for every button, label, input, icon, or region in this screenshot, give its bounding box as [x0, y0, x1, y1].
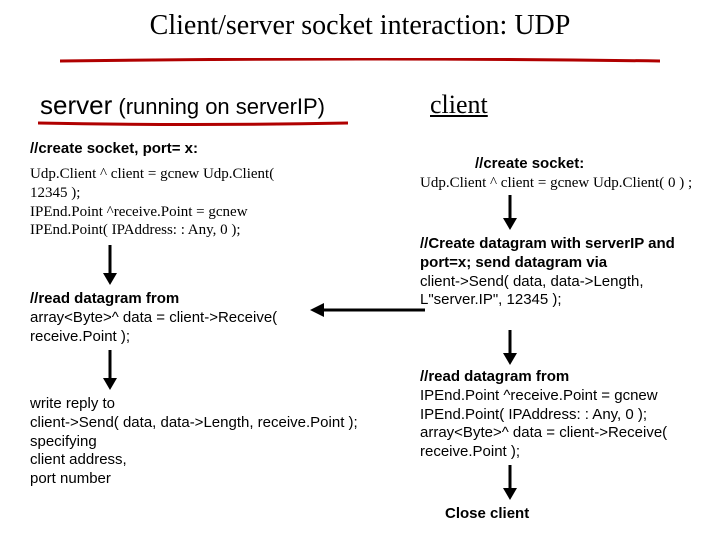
arrow-icon [500, 465, 520, 500]
server-read-block: //read datagram from array<Byte>^ data =… [30, 290, 310, 346]
client-read-receive: array<Byte>^ data = client->Receive( rec… [420, 424, 710, 462]
client-read-block: //read datagram from IPEnd.Point ^receiv… [420, 368, 710, 462]
client-read-endpoint: IPEnd.Point ^receive.Point = gcnew IPEnd… [420, 387, 710, 425]
server-read-code: array<Byte>^ data = client->Receive( rec… [30, 309, 310, 347]
server-write-block: write reply to client->Send( data, data-… [30, 395, 400, 489]
client-read-label: //read datagram from [420, 368, 710, 387]
client-create-code: Udp.Client ^ client = gcnew Udp.Client( … [420, 174, 710, 193]
server-create-socket-label: //create socket, port= x: [30, 140, 330, 159]
arrow-icon [100, 245, 120, 285]
title-underline [60, 58, 660, 64]
client-close-label: Close client [445, 505, 529, 524]
client-create-block: //create socket: Udp.Client ^ client = g… [420, 155, 710, 193]
slide-title: Client/server socket interaction: UDP [0, 10, 720, 42]
arrow-icon [500, 330, 520, 365]
arrow-icon [500, 195, 520, 230]
server-word: server [40, 90, 112, 120]
server-udpclient-line: Udp.Client ^ client = gcnew Udp.Client( … [30, 165, 315, 203]
server-header: server (running on serverIP) [40, 90, 325, 121]
server-read-label: //read datagram from [30, 290, 310, 309]
server-write-label: write reply to [30, 395, 115, 412]
client-create-label: //create socket: [420, 155, 710, 174]
client-send-label: //Create datagram with serverIP and port… [420, 235, 710, 273]
client-header: client [430, 90, 488, 120]
server-running: (running on serverIP) [112, 94, 325, 119]
server-create-socket-code: Udp.Client ^ client = gcnew Udp.Client( … [30, 165, 315, 240]
server-write-note: specifying client address, port number [30, 433, 400, 489]
client-send-block: //Create datagram with serverIP and port… [420, 235, 710, 310]
server-write-code: client->Send( data, data->Length, receiv… [30, 414, 358, 431]
server-underline [38, 120, 348, 126]
arrow-icon [100, 350, 120, 390]
client-send-code: client->Send( data, data->Length, L"serv… [420, 273, 710, 311]
arrow-icon [310, 300, 425, 320]
server-endpoint-line: IPEnd.Point ^receive.Point = gcnew IPEnd… [30, 203, 315, 241]
